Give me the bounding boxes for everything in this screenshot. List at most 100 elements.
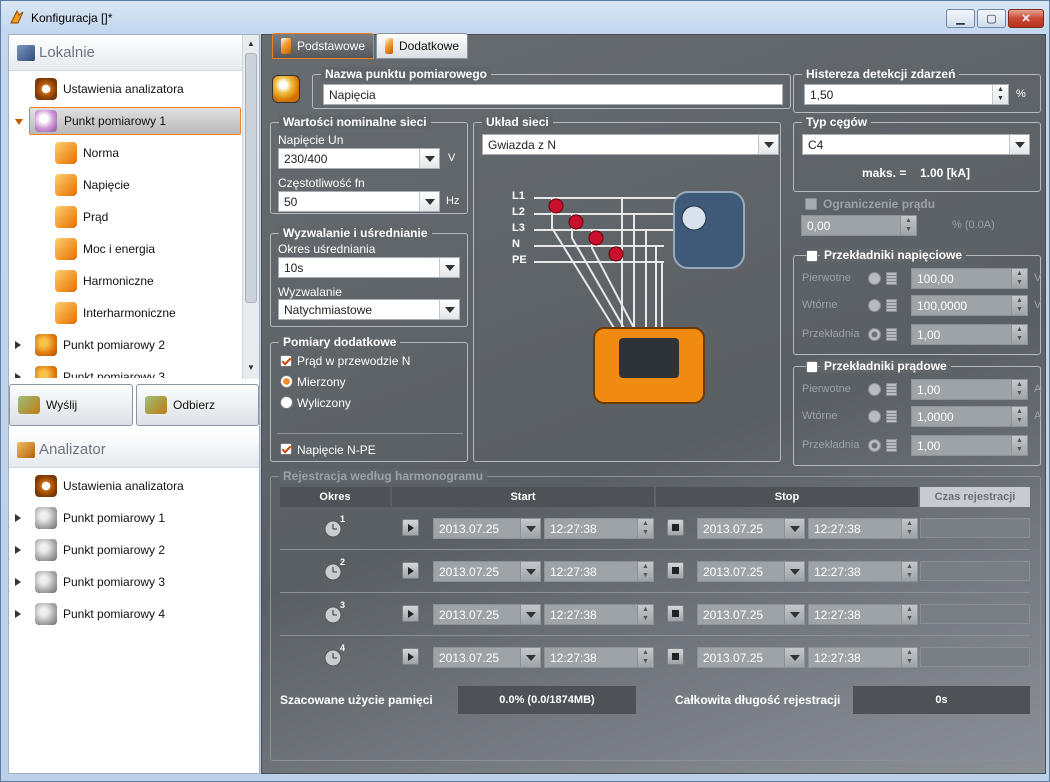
calculator-icon[interactable] xyxy=(886,299,897,312)
npe-voltage-checkbox[interactable] xyxy=(280,443,292,455)
spin-arrows-icon[interactable]: ▲ ▼ xyxy=(1011,380,1027,399)
n-current-checkbox[interactable] xyxy=(280,355,292,367)
tree-item-voltage[interactable]: Napięcie xyxy=(9,171,241,199)
scroll-up-icon[interactable]: ▲ xyxy=(245,38,257,50)
chevron-down-icon[interactable] xyxy=(784,562,804,581)
chevron-down-icon[interactable] xyxy=(439,300,459,319)
start-play-button[interactable] xyxy=(402,519,419,536)
start-date-picker[interactable]: 2013.07.25 xyxy=(433,561,541,582)
measured-radio[interactable] xyxy=(280,375,293,388)
trigger-select[interactable]: Natychmiastowe xyxy=(278,299,460,320)
clamp-type-select[interactable]: C4 xyxy=(802,134,1030,155)
start-play-button[interactable] xyxy=(402,562,419,579)
ct-ratio-input[interactable]: 1,00 ▲ ▼ xyxy=(911,435,1028,456)
chevron-down-icon[interactable] xyxy=(520,519,540,538)
chevron-down-icon[interactable] xyxy=(419,149,439,168)
vt-primary-input[interactable]: 100,00 ▲ ▼ xyxy=(911,268,1028,289)
tree-item-measurement-point-3[interactable]: Punkt pomiarowy 3 xyxy=(9,363,241,378)
spin-arrows-icon[interactable]: ▲ ▼ xyxy=(637,519,653,538)
voltage-select[interactable]: 230/400 xyxy=(278,148,440,169)
stop-time-input[interactable]: 12:27:38 ▲ ▼ xyxy=(808,518,918,539)
calculator-icon[interactable] xyxy=(886,410,897,423)
ct-secondary-radio[interactable] xyxy=(868,410,881,423)
tree-item-harmonics[interactable]: Harmoniczne xyxy=(9,267,241,295)
maximize-button[interactable]: ▢ xyxy=(977,9,1006,28)
frequency-select[interactable]: 50 xyxy=(278,191,440,212)
analyzer-section-header[interactable]: Analizator xyxy=(9,432,259,468)
chevron-down-icon[interactable] xyxy=(784,519,804,538)
current-limit-checkbox[interactable] xyxy=(805,198,817,210)
spin-arrows-icon[interactable]: ▲ ▼ xyxy=(901,648,917,667)
tree-item-measurement-point-1[interactable]: Punkt pomiarowy 1 xyxy=(15,107,241,135)
close-button[interactable]: ✕ xyxy=(1008,9,1044,28)
hysteresis-input[interactable]: 1,50 ▲ ▼ xyxy=(804,84,1009,105)
spin-arrows-icon[interactable]: ▲ ▼ xyxy=(1011,296,1027,315)
scroll-down-icon[interactable]: ▼ xyxy=(245,362,257,374)
stop-date-picker[interactable]: 2013.07.25 xyxy=(697,604,805,625)
start-date-picker[interactable]: 2013.07.25 xyxy=(433,604,541,625)
tree-item-analyzer-settings[interactable]: Ustawienia analizatora xyxy=(9,472,241,500)
grid-system-select[interactable]: Gwiazda z N xyxy=(482,134,779,155)
chevron-down-icon[interactable] xyxy=(520,648,540,667)
start-time-input[interactable]: 12:27:38 ▲ ▼ xyxy=(544,561,654,582)
stop-time-input[interactable]: 12:27:38 ▲ ▼ xyxy=(808,647,918,668)
calculator-icon[interactable] xyxy=(886,328,897,341)
chevron-down-icon[interactable] xyxy=(439,258,459,277)
start-date-picker[interactable]: 2013.07.25 xyxy=(433,647,541,668)
vt-ratio-input[interactable]: 1,00 ▲ ▼ xyxy=(911,324,1028,345)
start-date-picker[interactable]: 2013.07.25 xyxy=(433,518,541,539)
ct-ratio-radio[interactable] xyxy=(868,439,881,452)
start-play-button[interactable] xyxy=(402,605,419,622)
tree-item-interharmonics[interactable]: Interharmoniczne xyxy=(9,299,241,327)
averaging-select[interactable]: 10s xyxy=(278,257,460,278)
spin-arrows-icon[interactable]: ▲ ▼ xyxy=(1011,436,1027,455)
spin-arrows-icon[interactable]: ▲ ▼ xyxy=(901,562,917,581)
spin-arrows-icon[interactable]: ▲ ▼ xyxy=(637,605,653,624)
stop-time-input[interactable]: 12:27:38 ▲ ▼ xyxy=(808,561,918,582)
current-limit-input[interactable]: 0,00 ▲ ▼ xyxy=(801,215,917,236)
tree-item-analyzer-point-4[interactable]: Punkt pomiarowy 4 xyxy=(9,600,241,628)
vt-secondary-radio[interactable] xyxy=(868,299,881,312)
tree-item-current[interactable]: Prąd xyxy=(9,203,241,231)
current-transformers-checkbox[interactable] xyxy=(806,361,818,373)
spin-arrows-icon[interactable]: ▲ ▼ xyxy=(637,648,653,667)
ct-primary-radio[interactable] xyxy=(868,383,881,396)
stop-date-picker[interactable]: 2013.07.25 xyxy=(697,647,805,668)
vt-primary-radio[interactable] xyxy=(868,272,881,285)
scroll-thumb[interactable] xyxy=(245,53,257,303)
ct-secondary-input[interactable]: 1,0000 ▲ ▼ xyxy=(911,406,1028,427)
tab-basic[interactable]: Podstawowe xyxy=(272,33,374,59)
ct-primary-input[interactable]: 1,00 ▲ ▼ xyxy=(911,379,1028,400)
stop-button[interactable] xyxy=(667,648,684,665)
calculated-radio[interactable] xyxy=(280,396,293,409)
spin-arrows-icon[interactable]: ▲ ▼ xyxy=(900,216,916,235)
chevron-down-icon[interactable] xyxy=(419,192,439,211)
chevron-down-icon[interactable] xyxy=(784,648,804,667)
start-play-button[interactable] xyxy=(402,648,419,665)
tree-item-analyzer-settings[interactable]: Ustawienia analizatora xyxy=(9,75,241,103)
spin-arrows-icon[interactable]: ▲ ▼ xyxy=(992,85,1008,104)
point-name-input[interactable]: Napięcia xyxy=(323,84,783,105)
stop-date-picker[interactable]: 2013.07.25 xyxy=(697,518,805,539)
voltage-transformers-checkbox[interactable] xyxy=(806,250,818,262)
receive-button[interactable]: Odbierz xyxy=(136,384,259,426)
tab-extra[interactable]: Dodatkowe xyxy=(376,33,468,59)
chevron-down-icon[interactable] xyxy=(520,562,540,581)
tree-item-power-energy[interactable]: Moc i energia xyxy=(9,235,241,263)
start-time-input[interactable]: 12:27:38 ▲ ▼ xyxy=(544,518,654,539)
minimize-button[interactable]: ▁ xyxy=(946,9,975,28)
spin-arrows-icon[interactable]: ▲ ▼ xyxy=(1011,407,1027,426)
calculator-icon[interactable] xyxy=(886,272,897,285)
vt-secondary-input[interactable]: 100,0000 ▲ ▼ xyxy=(911,295,1028,316)
tree-item-analyzer-point-3[interactable]: Punkt pomiarowy 3 xyxy=(9,568,241,596)
chevron-down-icon[interactable] xyxy=(758,135,778,154)
vt-ratio-radio[interactable] xyxy=(868,328,881,341)
chevron-down-icon[interactable] xyxy=(784,605,804,624)
spin-arrows-icon[interactable]: ▲ ▼ xyxy=(901,519,917,538)
tree-scrollbar[interactable]: ▲ ▼ xyxy=(242,35,259,379)
tree-item-norm[interactable]: Norma xyxy=(9,139,241,167)
send-button[interactable]: Wyślij xyxy=(9,384,133,426)
tree-item-analyzer-point-2[interactable]: Punkt pomiarowy 2 xyxy=(9,536,241,564)
spin-arrows-icon[interactable]: ▲ ▼ xyxy=(1011,325,1027,344)
chevron-down-icon[interactable] xyxy=(1009,135,1029,154)
